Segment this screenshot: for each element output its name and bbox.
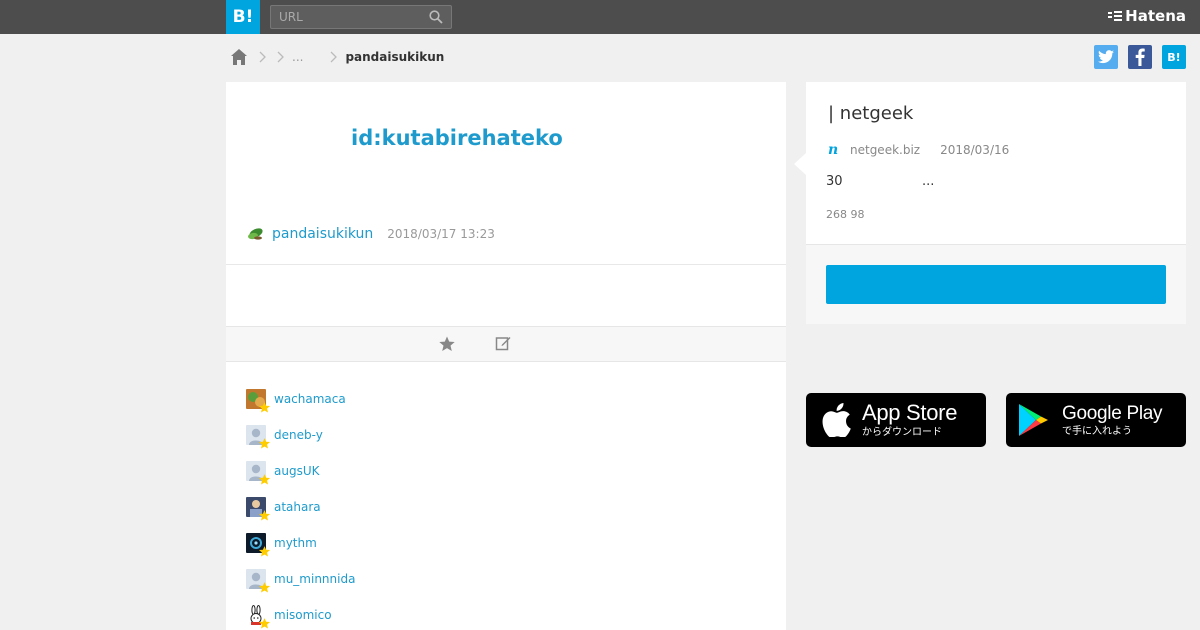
hatena-bookmark-logo[interactable]: B! (226, 0, 260, 34)
chevron-right-icon (277, 51, 284, 63)
chevron-right-icon (330, 51, 338, 63)
user-avatar (246, 569, 271, 593)
star-user-item[interactable]: mu_minnnida (246, 561, 355, 597)
entry-date: 2018/03/16 (940, 143, 1010, 157)
author-avatar[interactable] (246, 225, 264, 243)
google-play-sublabel: で手に入れよう (1062, 425, 1132, 437)
star-user-name[interactable]: augsUK (274, 464, 319, 478)
add-star-icon[interactable] (438, 335, 456, 353)
title-user-id[interactable]: id:kutabirehateko (351, 126, 563, 150)
facebook-share-button[interactable] (1128, 45, 1152, 69)
google-play-label: Google Play (1062, 402, 1163, 424)
star-user-name[interactable]: misomico (274, 608, 332, 622)
star-icon (258, 618, 271, 629)
entry-title[interactable]: | netgeek (828, 103, 913, 124)
breadcrumb: ... pandaisukikun (230, 47, 444, 67)
user-avatar (246, 389, 271, 413)
star-icon (258, 402, 271, 413)
star-user-name[interactable]: wachamaca (274, 392, 346, 406)
star-user-item[interactable]: deneb-y (246, 417, 355, 453)
star-user-name[interactable]: deneb-y (274, 428, 323, 442)
top-bar: B! Hatena (0, 0, 1200, 34)
star-icon (258, 546, 271, 557)
action-bar (226, 326, 786, 362)
excerpt-text: 30 (826, 174, 843, 189)
breadcrumb-ellipsis[interactable]: ... (292, 50, 303, 64)
star-user-name[interactable]: mythm (274, 536, 317, 550)
star-icon (258, 474, 271, 485)
app-store-badge[interactable]: App Store からダウンロード (806, 393, 986, 447)
hatena-brand[interactable]: Hatena (1108, 7, 1186, 25)
entry-excerpt: 30 ... (826, 174, 934, 189)
comment-date[interactable]: 2018/03/17 13:23 (387, 227, 495, 241)
entry-counts[interactable]: 268 98 (826, 208, 865, 221)
app-store-sublabel: からダウンロード (862, 427, 942, 438)
entry-domain[interactable]: netgeek.biz (850, 143, 920, 157)
excerpt-ellipsis: ... (922, 174, 935, 189)
twitter-share-button[interactable] (1094, 45, 1118, 69)
entry-card: | netgeek n netgeek.biz 2018/03/16 30 ..… (806, 82, 1186, 324)
google-play-icon (1019, 404, 1048, 436)
chevron-right-icon (259, 51, 266, 63)
star-user-name[interactable]: mu_minnnida (274, 572, 355, 586)
hatena-bookmark-share-button[interactable]: B! (1162, 45, 1186, 69)
home-icon[interactable] (230, 48, 248, 66)
site-favicon-icon: n (828, 142, 839, 158)
user-avatar (246, 425, 271, 449)
brand-label: Hatena (1125, 7, 1186, 25)
edit-icon[interactable] (495, 335, 511, 351)
breadcrumb-current: pandaisukikun (345, 50, 445, 64)
user-avatar (246, 497, 271, 521)
star-users-list: wachamaca deneb-y augsUK atahara mythm m… (246, 381, 355, 630)
star-user-name[interactable]: atahara (274, 500, 321, 514)
google-play-badge[interactable]: Google Play で手に入れよう (1006, 393, 1186, 447)
side-card-pointer (794, 153, 806, 175)
star-user-item[interactable]: mythm (246, 525, 355, 561)
apple-icon (822, 403, 851, 437)
star-icon (258, 582, 271, 593)
app-store-label: App Store (862, 400, 958, 425)
divider (226, 264, 786, 265)
bookmark-entry-button[interactable] (826, 265, 1166, 304)
hatena-mark-icon (1108, 11, 1123, 21)
star-icon (258, 438, 271, 449)
user-avatar (246, 605, 271, 629)
user-avatar (246, 461, 271, 485)
author-name-link[interactable]: pandaisukikun (272, 226, 373, 242)
facebook-icon (1135, 48, 1145, 66)
author-row: pandaisukikun 2018/03/17 13:23 (246, 225, 495, 243)
star-user-item[interactable]: augsUK (246, 453, 355, 489)
entry-card-footer (806, 245, 1186, 324)
star-user-item[interactable]: wachamaca (246, 381, 355, 417)
entry-meta: n netgeek.biz 2018/03/16 (828, 142, 1009, 158)
search-box (270, 5, 452, 29)
star-user-item[interactable]: misomico (246, 597, 355, 630)
search-input[interactable] (271, 6, 421, 28)
user-avatar (246, 533, 271, 557)
search-icon[interactable] (429, 10, 443, 24)
twitter-icon (1098, 50, 1114, 64)
star-icon (258, 510, 271, 521)
star-user-item[interactable]: atahara (246, 489, 355, 525)
bookmark-comment-card: id:kutabirehateko pandaisukikun 2018/03/… (226, 82, 786, 630)
